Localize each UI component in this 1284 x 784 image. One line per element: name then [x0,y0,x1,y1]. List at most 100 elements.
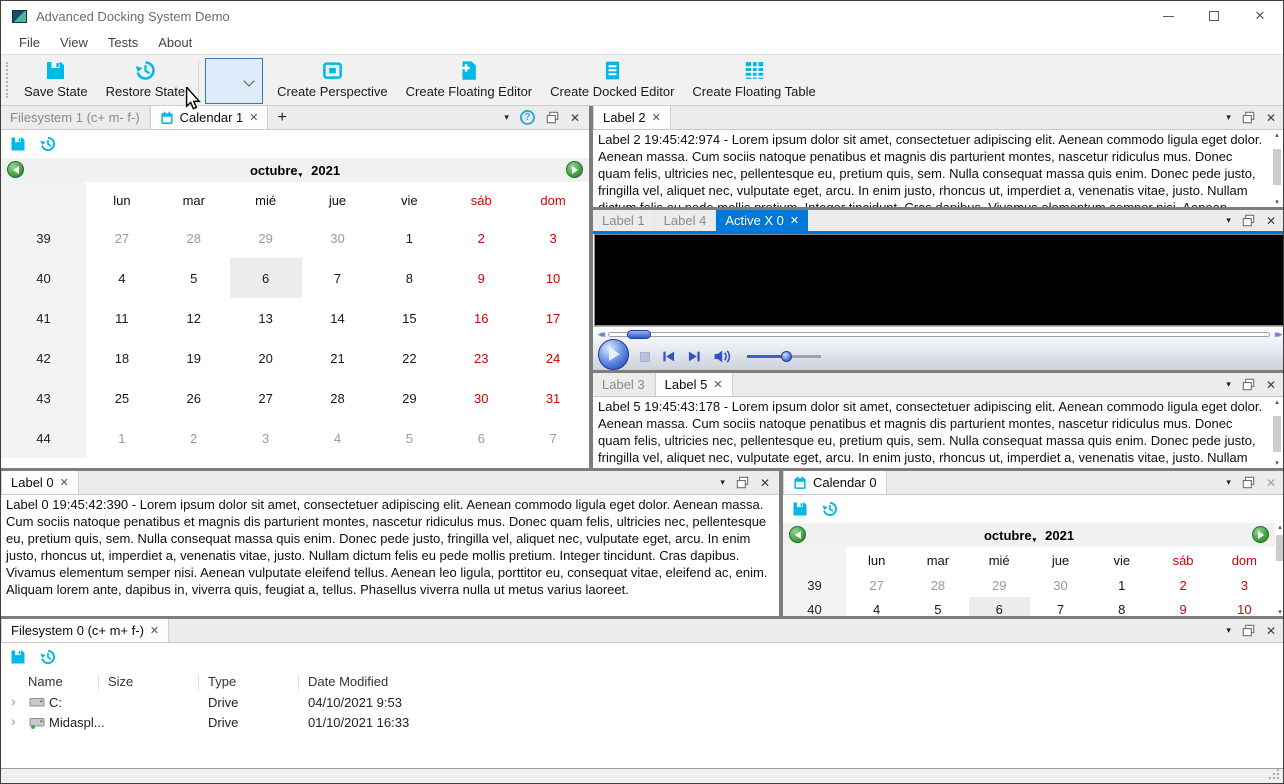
undock-icon[interactable] [546,111,559,124]
undock-icon[interactable] [736,476,749,489]
expand-chevron-icon[interactable]: › [11,693,16,709]
calendar-day-cell[interactable]: 11 [86,298,158,338]
panel-close-icon[interactable]: ✕ [1266,378,1276,392]
calendar-day-cell[interactable]: 7 [517,418,589,458]
panel-close-icon[interactable]: ✕ [1266,214,1276,228]
panel-close-icon[interactable]: ✕ [760,476,770,490]
menu-view[interactable]: View [50,35,98,50]
calendar-day-cell[interactable]: 31 [517,378,589,418]
scroll-up-icon[interactable]: ▴ [1275,131,1279,139]
calendar-day-cell[interactable]: 30 [302,218,374,258]
calendar-day-cell[interactable]: 16 [445,298,517,338]
undock-icon[interactable] [1242,476,1255,489]
calendar-day-cell[interactable]: 5 [373,418,445,458]
calendar-day-cell[interactable]: 18 [86,338,158,378]
maximize-button[interactable] [1191,1,1237,31]
panel-close-icon[interactable]: ✕ [1266,111,1276,125]
calendar-day-cell[interactable]: 2 [445,218,517,258]
calendar-day-cell[interactable]: 7 [302,258,374,298]
table-row[interactable]: › C: Drive 04/10/2021 9:53 [1,693,1283,713]
calendar-day-cell[interactable]: 10 [517,258,589,298]
tab-label3[interactable]: Label 3 [593,373,655,396]
tab-activex0[interactable]: Active X 0 ✕ [716,210,809,231]
resize-grip[interactable] [1277,777,1279,779]
volume-slider[interactable] [747,351,821,362]
calendar-day-cell[interactable]: 3 [230,418,302,458]
calendar-day-cell[interactable]: 20 [230,338,302,378]
tab-label2[interactable]: Label 2 ✕ [593,106,671,129]
calendar-day-cell[interactable]: 8 [373,258,445,298]
calendar1-month-year[interactable]: octubre▾ 2021 [1,163,589,179]
scroll-up-icon[interactable]: ▴ [1275,398,1279,406]
calendar-day-cell[interactable]: 19 [158,338,230,378]
calendar-day-cell[interactable]: 27 [230,378,302,418]
calendar-day-cell[interactable]: 30 [445,378,517,418]
play-button[interactable] [598,338,629,370]
history-icon[interactable] [822,501,838,517]
menu-file[interactable]: File [9,35,50,50]
column-header-name[interactable]: Name [28,674,63,689]
menu-tests[interactable]: Tests [98,35,148,50]
calendar-day-cell[interactable]: 9 [445,258,517,298]
seek-slider[interactable] [608,330,1270,339]
calendar-day-cell[interactable]: 24 [517,338,589,378]
add-tab-button[interactable]: + [268,106,295,129]
tabs-menu-icon[interactable]: ▾ [1226,215,1231,226]
calendar-day-cell[interactable]: 26 [158,378,230,418]
calendar-day-cell[interactable]: 1 [86,418,158,458]
calendar-day-cell[interactable]: 15 [373,298,445,338]
panel-close-icon[interactable]: ✕ [570,111,580,125]
tabs-menu-icon[interactable]: ▾ [720,477,725,488]
next-button[interactable] [687,350,702,363]
save-icon[interactable] [792,501,808,517]
scroll-up-icon[interactable]: ▴ [1278,523,1282,531]
calendar-day-cell[interactable]: 28 [302,378,374,418]
calendar-day-cell[interactable]: 12 [158,298,230,338]
calendar-day-cell[interactable]: 27 [86,218,158,258]
calendar-day-cell[interactable]: 13 [230,298,302,338]
calendar-day-cell[interactable]: 1 [373,218,445,258]
tab-close-icon[interactable]: ✕ [249,111,258,124]
calendar-day-cell[interactable]: 6 [968,597,1030,616]
undock-icon[interactable] [1242,214,1255,227]
scrollbar[interactable]: ▴ ▾ [1275,523,1283,616]
cell-name[interactable]: Midaspl... [49,715,105,730]
tab-close-icon[interactable]: ✕ [60,476,69,489]
next-month-button[interactable] [1252,526,1269,543]
scrollbar[interactable]: ▴ ▾ [1272,398,1282,467]
save-state-button[interactable]: Save State [15,55,97,105]
scrollbar[interactable]: ▴ ▾ [1272,131,1282,206]
panel-close-icon[interactable]: ✕ [1266,624,1276,638]
column-header-size[interactable]: Size [108,674,133,689]
column-header-type[interactable]: Type [208,674,236,689]
history-icon[interactable] [40,136,56,152]
minimize-button[interactable] [1145,1,1191,31]
calendar-day-cell[interactable]: 29 [373,378,445,418]
calendar-day-cell[interactable]: 21 [302,338,374,378]
tab-close-icon[interactable]: ✕ [150,624,159,637]
scroll-down-icon[interactable]: ▾ [1275,459,1279,467]
perspective-combo[interactable] [205,58,264,104]
calendar-day-cell[interactable]: 4 [86,258,158,298]
help-icon[interactable]: ? [519,110,535,125]
column-separator[interactable] [198,674,199,690]
calendar-day-cell[interactable]: 4 [846,597,907,617]
undock-icon[interactable] [1242,624,1255,637]
calendar-day-cell[interactable]: 22 [373,338,445,378]
calendar-day-cell[interactable]: 29 [230,218,302,258]
calendar-day-cell[interactable]: 5 [907,597,968,617]
calendar-day-cell[interactable]: 5 [158,258,230,298]
tab-calendar0[interactable]: Calendar 0 [783,471,887,494]
tab-label5[interactable]: Label 5 ✕ [654,373,733,396]
tab-filesystem0[interactable]: Filesystem 0 (c+ m+ f-) ✕ [1,619,170,642]
column-separator[interactable] [298,674,299,690]
prev-month-button[interactable] [789,526,806,543]
calendar-day-cell[interactable]: 28 [907,573,968,597]
save-icon[interactable] [10,649,26,665]
close-button[interactable]: ✕ [1237,1,1283,31]
calendar0-month-year[interactable]: octubre▾ 2021 [783,528,1275,544]
tab-close-icon[interactable]: ✕ [652,111,661,124]
scroll-thumb[interactable] [1276,535,1283,561]
calendar-day-cell[interactable]: 8 [1091,597,1152,617]
calendar-day-cell[interactable]: 4 [302,418,374,458]
